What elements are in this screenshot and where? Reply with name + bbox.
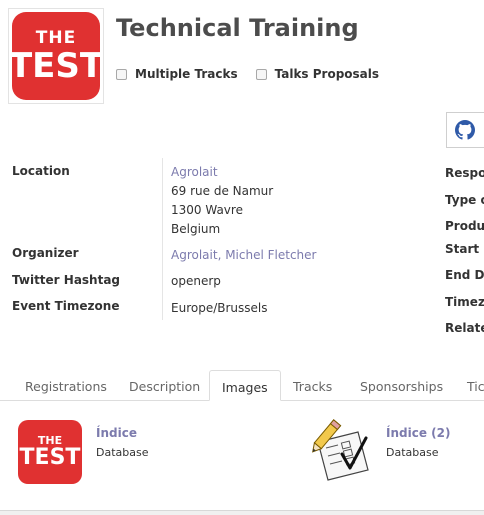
timezone-label: Timez [445,295,484,309]
the-test-logo-thumb: THE TEST [18,420,82,484]
checkbox-box[interactable] [255,68,267,80]
attachment-title[interactable]: Índice [96,426,137,440]
the-test-logo-tile: THE TEST [12,12,100,100]
options-checkboxes: Multiple Tracks Talks Proposals [116,67,397,81]
attachment-thumbnail[interactable]: THE TEST [18,420,84,486]
tab-registrations[interactable]: Registrations [25,372,107,401]
product-label: Produ [445,219,484,233]
responsible-label: Respo [445,166,484,180]
attachment-title[interactable]: Índice (2) [386,426,450,440]
attachment-subtitle: Database [96,446,149,459]
talks-proposals-checkbox[interactable]: Talks Proposals [255,67,380,81]
tab-tickets[interactable]: Tic [467,372,484,401]
attachment-thumbnail[interactable] [308,418,374,484]
tab-description[interactable]: Description [129,372,200,401]
twitter-hashtag-label: Twitter Hashtag [12,273,121,287]
event-timezone-label: Event Timezone [12,299,120,313]
github-button[interactable]: ( [446,112,484,148]
checkbox-label: Talks Proposals [274,67,380,81]
type-label: Type o [445,193,484,207]
event-logo[interactable]: THE TEST [8,8,104,104]
github-icon [455,120,475,140]
end-date-label: End Da [445,268,484,282]
pencil-checklist-icon [312,419,369,481]
field-divider [162,158,163,320]
location-city: 1300 Wavre [171,203,243,217]
attachment-subtitle: Database [386,446,439,459]
thumb-text-test: TEST [19,445,81,470]
logo-text-the: THE [35,27,77,48]
event-form: THE TEST Technical Training Multiple Tra… [0,0,484,515]
location-country: Belgium [171,222,221,236]
location-name-link[interactable]: Agrolait [171,163,218,182]
multiple-tracks-checkbox[interactable]: Multiple Tracks [116,67,238,81]
tab-sponsorships[interactable]: Sponsorships [360,372,443,401]
checkbox-box[interactable] [116,68,127,80]
event-title[interactable]: Technical Training [116,14,359,42]
twitter-hashtag-value[interactable]: openerp [171,272,221,291]
tab-images[interactable]: Images [209,370,281,401]
related-label: Relate [445,321,484,335]
checkbox-label: Multiple Tracks [135,67,238,81]
organizer-label: Organizer [12,246,79,260]
logo-text-test: TEST [12,45,100,86]
start-date-label: Start D [445,242,484,256]
bottom-divider [0,510,484,515]
event-timezone-value[interactable]: Europe/Brussels [171,299,268,318]
location-label: Location [12,164,70,178]
tab-tracks[interactable]: Tracks [293,372,332,401]
location-street: 69 rue de Namur [171,184,274,198]
organizer-link[interactable]: Agrolait, Michel Fletcher [171,246,316,265]
